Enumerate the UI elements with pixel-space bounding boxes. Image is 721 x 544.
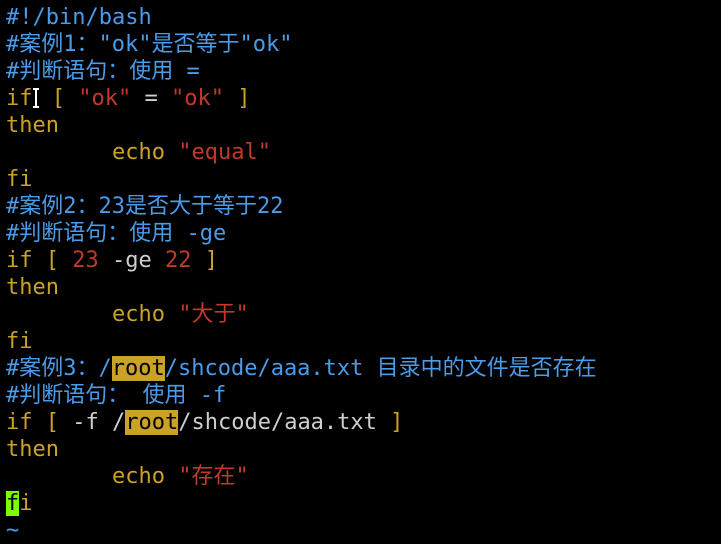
comment-text: #案例3：/ — [6, 356, 112, 381]
keyword-text: if — [6, 410, 33, 435]
string-text: ok — [91, 86, 119, 111]
comment-text: #判断语句：使用 = — [6, 59, 200, 84]
bracket-text: ] — [376, 410, 404, 435]
quote-mark: " — [178, 302, 192, 327]
code-line[interactable]: #判断语句： 使用 -f — [6, 382, 718, 409]
code-line[interactable]: fi — [6, 490, 718, 517]
comment-text: #案例2：23是否大于等于22 — [6, 194, 284, 219]
code-line[interactable]: if [ 23 -ge 22 ] — [6, 247, 718, 274]
plain-text — [165, 464, 178, 489]
number-literal: 22 — [164, 248, 192, 273]
plain-text — [165, 302, 178, 327]
code-line[interactable]: #判断语句：使用 -ge — [6, 220, 718, 247]
code-line[interactable]: #!/bin/bash — [6, 4, 718, 31]
comment-text: #案例1："ok"是否等于"ok" — [6, 32, 293, 57]
echo-command: echo — [111, 302, 165, 327]
code-line[interactable]: fi — [6, 166, 718, 193]
plain-text: -ge — [98, 248, 165, 273]
bracket-text: [ — [32, 410, 73, 435]
quote-mark: " — [257, 140, 271, 165]
search-highlight: root — [125, 410, 179, 435]
plain-text: / — [112, 410, 126, 435]
quote-mark: " — [178, 464, 192, 489]
string-text: equal — [191, 140, 258, 165]
search-highlight: root — [111, 356, 165, 381]
code-line[interactable]: then — [6, 436, 718, 463]
mouse-ibeam-icon — [32, 88, 39, 108]
code-line[interactable]: ~ — [6, 517, 718, 544]
string-text: ok — [184, 86, 211, 111]
quote-mark: " — [171, 86, 185, 111]
plain-text — [6, 140, 112, 165]
comment-text: /shcode/aaa.txt 目录中的文件是否存在 — [164, 356, 597, 381]
code-line[interactable]: #案例1："ok"是否等于"ok" — [6, 31, 718, 58]
plain-text: -f — [72, 410, 112, 435]
comment-text: #判断语句：使用 -ge — [6, 221, 227, 246]
keyword-text: fi — [6, 167, 33, 192]
keyword-text: then — [6, 275, 59, 300]
echo-command: echo — [111, 464, 165, 489]
code-line[interactable]: echo "大于" — [6, 301, 718, 328]
bracket-text: [ — [32, 248, 73, 273]
bracket-text: ] — [224, 86, 251, 111]
plain-text: = — [131, 86, 171, 111]
plain-text: /shcode/aaa.txt — [178, 410, 377, 435]
code-line[interactable]: if [ -f /root/shcode/aaa.txt ] — [6, 409, 718, 436]
bracket-text: [ — [38, 86, 79, 111]
code-line[interactable]: then — [6, 274, 718, 301]
quote-mark: " — [210, 86, 224, 111]
plain-text — [165, 140, 178, 165]
keyword-text: then — [6, 437, 59, 462]
empty-line-marker: ~ — [6, 518, 20, 543]
text-cursor: f — [6, 491, 20, 516]
plain-text — [6, 464, 112, 489]
plain-text — [6, 302, 112, 327]
echo-command: echo — [111, 140, 165, 165]
code-line[interactable]: echo "存在" — [6, 463, 718, 490]
keyword-text: then — [6, 113, 59, 138]
quote-mark: " — [178, 140, 192, 165]
comment-text: #!/bin/bash — [6, 5, 152, 30]
comment-text: #判断语句： 使用 -f — [6, 383, 227, 408]
number-literal: 23 — [72, 248, 99, 273]
code-line[interactable]: if [ "ok" = "ok" ] — [6, 85, 718, 112]
code-line[interactable]: echo "equal" — [6, 139, 718, 166]
keyword-text: if — [6, 248, 33, 273]
code-line[interactable]: #案例3：/root/shcode/aaa.txt 目录中的文件是否存在 — [6, 355, 718, 382]
keyword-text: fi — [6, 329, 33, 354]
code-line[interactable]: #判断语句：使用 = — [6, 58, 718, 85]
code-line[interactable]: then — [6, 112, 718, 139]
code-line[interactable]: fi — [6, 328, 718, 355]
keyword-text: i — [19, 491, 33, 516]
string-text: 存在 — [191, 464, 236, 489]
string-text: 大于 — [191, 302, 236, 327]
quote-mark: " — [235, 302, 249, 327]
code-editor[interactable]: #!/bin/bash #案例1："ok"是否等于"ok" #判断语句：使用 = if… — [6, 4, 718, 543]
quote-mark: " — [118, 86, 132, 111]
bracket-text: ] — [191, 248, 218, 273]
quote-mark: " — [235, 464, 249, 489]
keyword-text: if — [6, 86, 33, 111]
code-line[interactable]: #案例2：23是否大于等于22 — [6, 193, 718, 220]
quote-mark: " — [78, 86, 92, 111]
